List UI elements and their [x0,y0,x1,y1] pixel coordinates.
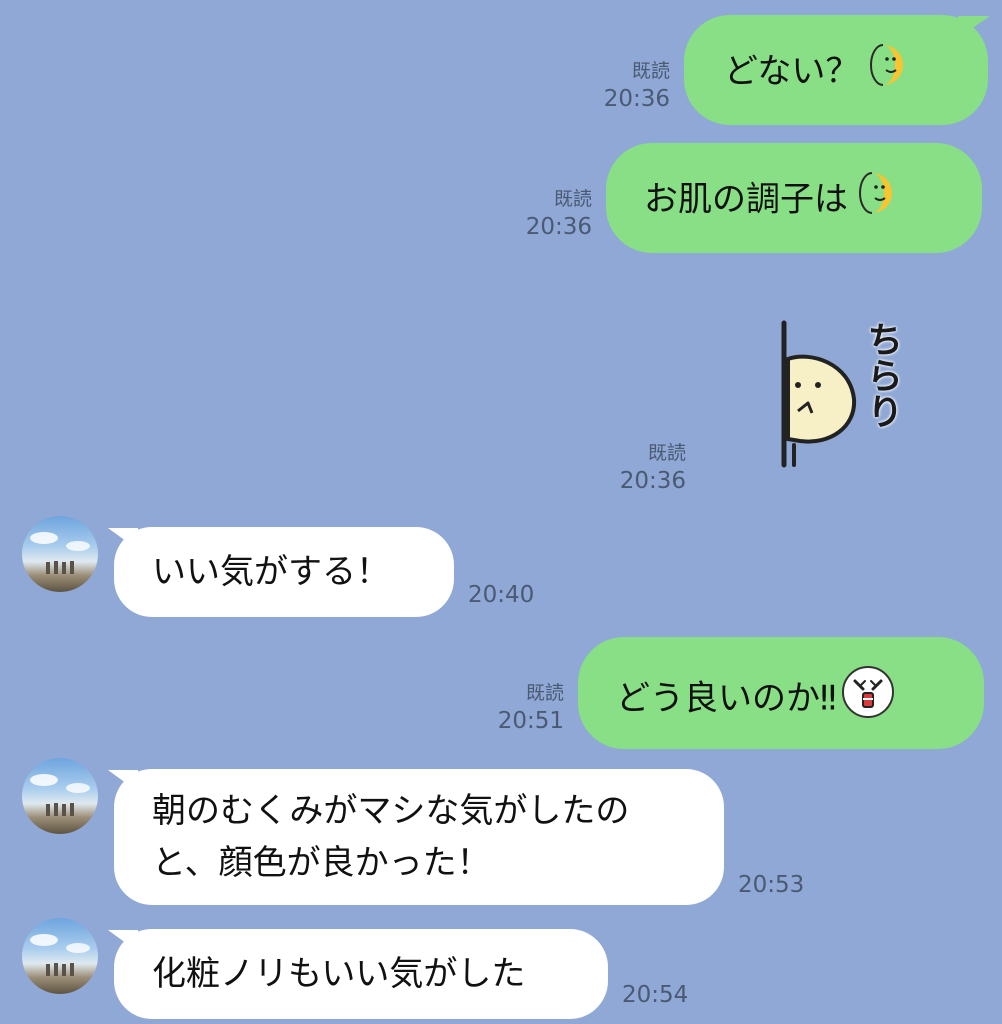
avatar[interactable] [22,918,98,994]
message-time: 20:53 [738,872,805,898]
message-text: どう良いのか [616,678,820,719]
message-time: 20:36 [603,86,670,112]
message-time: 20:51 [497,708,564,734]
message-text: いい気がする！ [152,552,390,592]
incoming-message-bubble[interactable]: 朝のむくみがマシな気がしたの と、顔色が良かった！ [114,769,724,905]
avatar[interactable] [22,516,98,592]
read-receipt: 既読 [631,60,670,82]
message-time: 20:40 [468,582,535,608]
message-text-suffix: ‼ [820,678,837,719]
bubble-tail [958,16,990,38]
read-receipt: 既読 [553,188,592,210]
outgoing-message-bubble[interactable]: どう良いのか‼ [578,637,984,749]
read-receipt: 既読 [647,442,686,464]
outgoing-message-bubble[interactable]: お肌の調子は [606,143,982,253]
incoming-message-bubble[interactable]: 化粧ノリもいい気がした [114,929,608,1019]
half-moon-face-icon [863,43,904,103]
message-time: 20:54 [622,982,689,1008]
outgoing-message-bubble[interactable]: どない？ [684,15,988,125]
message-time: 20:36 [619,468,686,494]
incoming-message-bubble[interactable]: いい気がする！ [114,527,454,617]
message-time: 20:36 [525,214,592,240]
message-meta: 既読 20:36 [620,440,686,496]
message-text: どない？ [724,51,860,92]
message-text: 化粧ノリもいい気がした [152,954,526,994]
avatar[interactable] [22,758,98,834]
message-meta: 既読 20:36 [604,58,670,114]
message-text-line: と、顔色が良かった！ [152,843,491,883]
message-meta: 既読 20:51 [498,680,564,736]
message-text: お肌の調子は [644,179,848,220]
face-with-pointing-hands-icon [841,665,895,735]
message-text-line: 朝のむくみがマシな気がしたの [152,791,630,831]
peeking-character-sticker[interactable]: ちらり [770,315,920,475]
read-receipt: 既読 [525,682,564,704]
half-moon-face-icon [852,171,892,231]
sticker-label: ちらり [861,321,902,429]
chat-timeline[interactable]: 既読 20:36 どない？ 既読 20:36 お肌の調子は 既読 20:36 ち… [0,0,1002,1024]
message-meta: 既読 20:36 [526,186,592,242]
